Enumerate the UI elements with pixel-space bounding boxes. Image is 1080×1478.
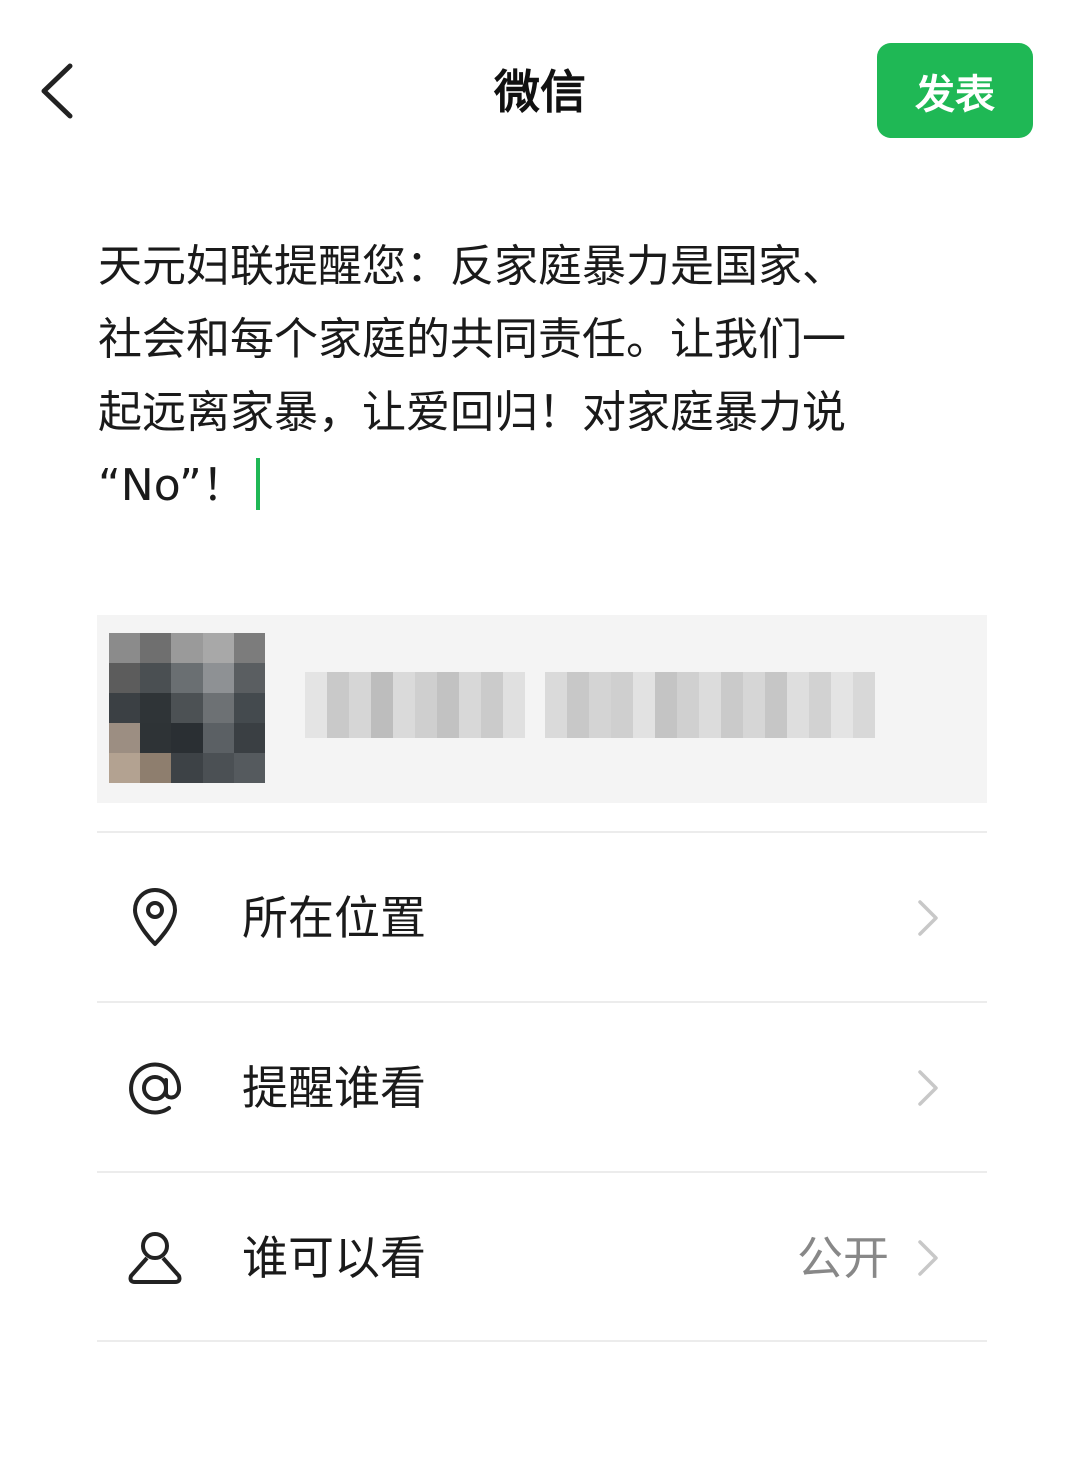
row-visibility[interactable]: 谁可以看 公开 bbox=[97, 1171, 987, 1343]
row-mention[interactable]: 提醒谁看 bbox=[97, 1001, 987, 1173]
link-thumbnail bbox=[109, 633, 265, 783]
at-icon bbox=[129, 1062, 182, 1115]
chevron-right-icon bbox=[918, 1240, 938, 1276]
row-visibility-label: 谁可以看 bbox=[242, 1231, 426, 1285]
post-text-content: 天元妇联提醒您：反家庭暴力是国家、 社会和每个家庭的共同责任。让我们一 起远离家… bbox=[98, 241, 846, 511]
chevron-right-icon bbox=[918, 1070, 938, 1106]
link-title-blurred bbox=[305, 672, 525, 738]
row-location-label: 所在位置 bbox=[242, 891, 426, 945]
text-cursor bbox=[255, 458, 260, 510]
row-location[interactable]: 所在位置 bbox=[97, 831, 987, 1003]
row-mention-label: 提醒谁看 bbox=[242, 1061, 426, 1115]
bottom-divider bbox=[97, 1340, 987, 1342]
link-subtitle-blurred bbox=[545, 672, 875, 738]
post-text-input[interactable]: 天元妇联提醒您：反家庭暴力是国家、 社会和每个家庭的共同责任。让我们一 起远离家… bbox=[98, 230, 978, 522]
location-pin-icon bbox=[133, 888, 177, 946]
publish-button[interactable]: 发表 bbox=[877, 43, 1033, 138]
chevron-right-icon bbox=[918, 900, 938, 936]
visibility-value: 公开 bbox=[797, 1231, 889, 1285]
person-icon bbox=[128, 1232, 182, 1284]
